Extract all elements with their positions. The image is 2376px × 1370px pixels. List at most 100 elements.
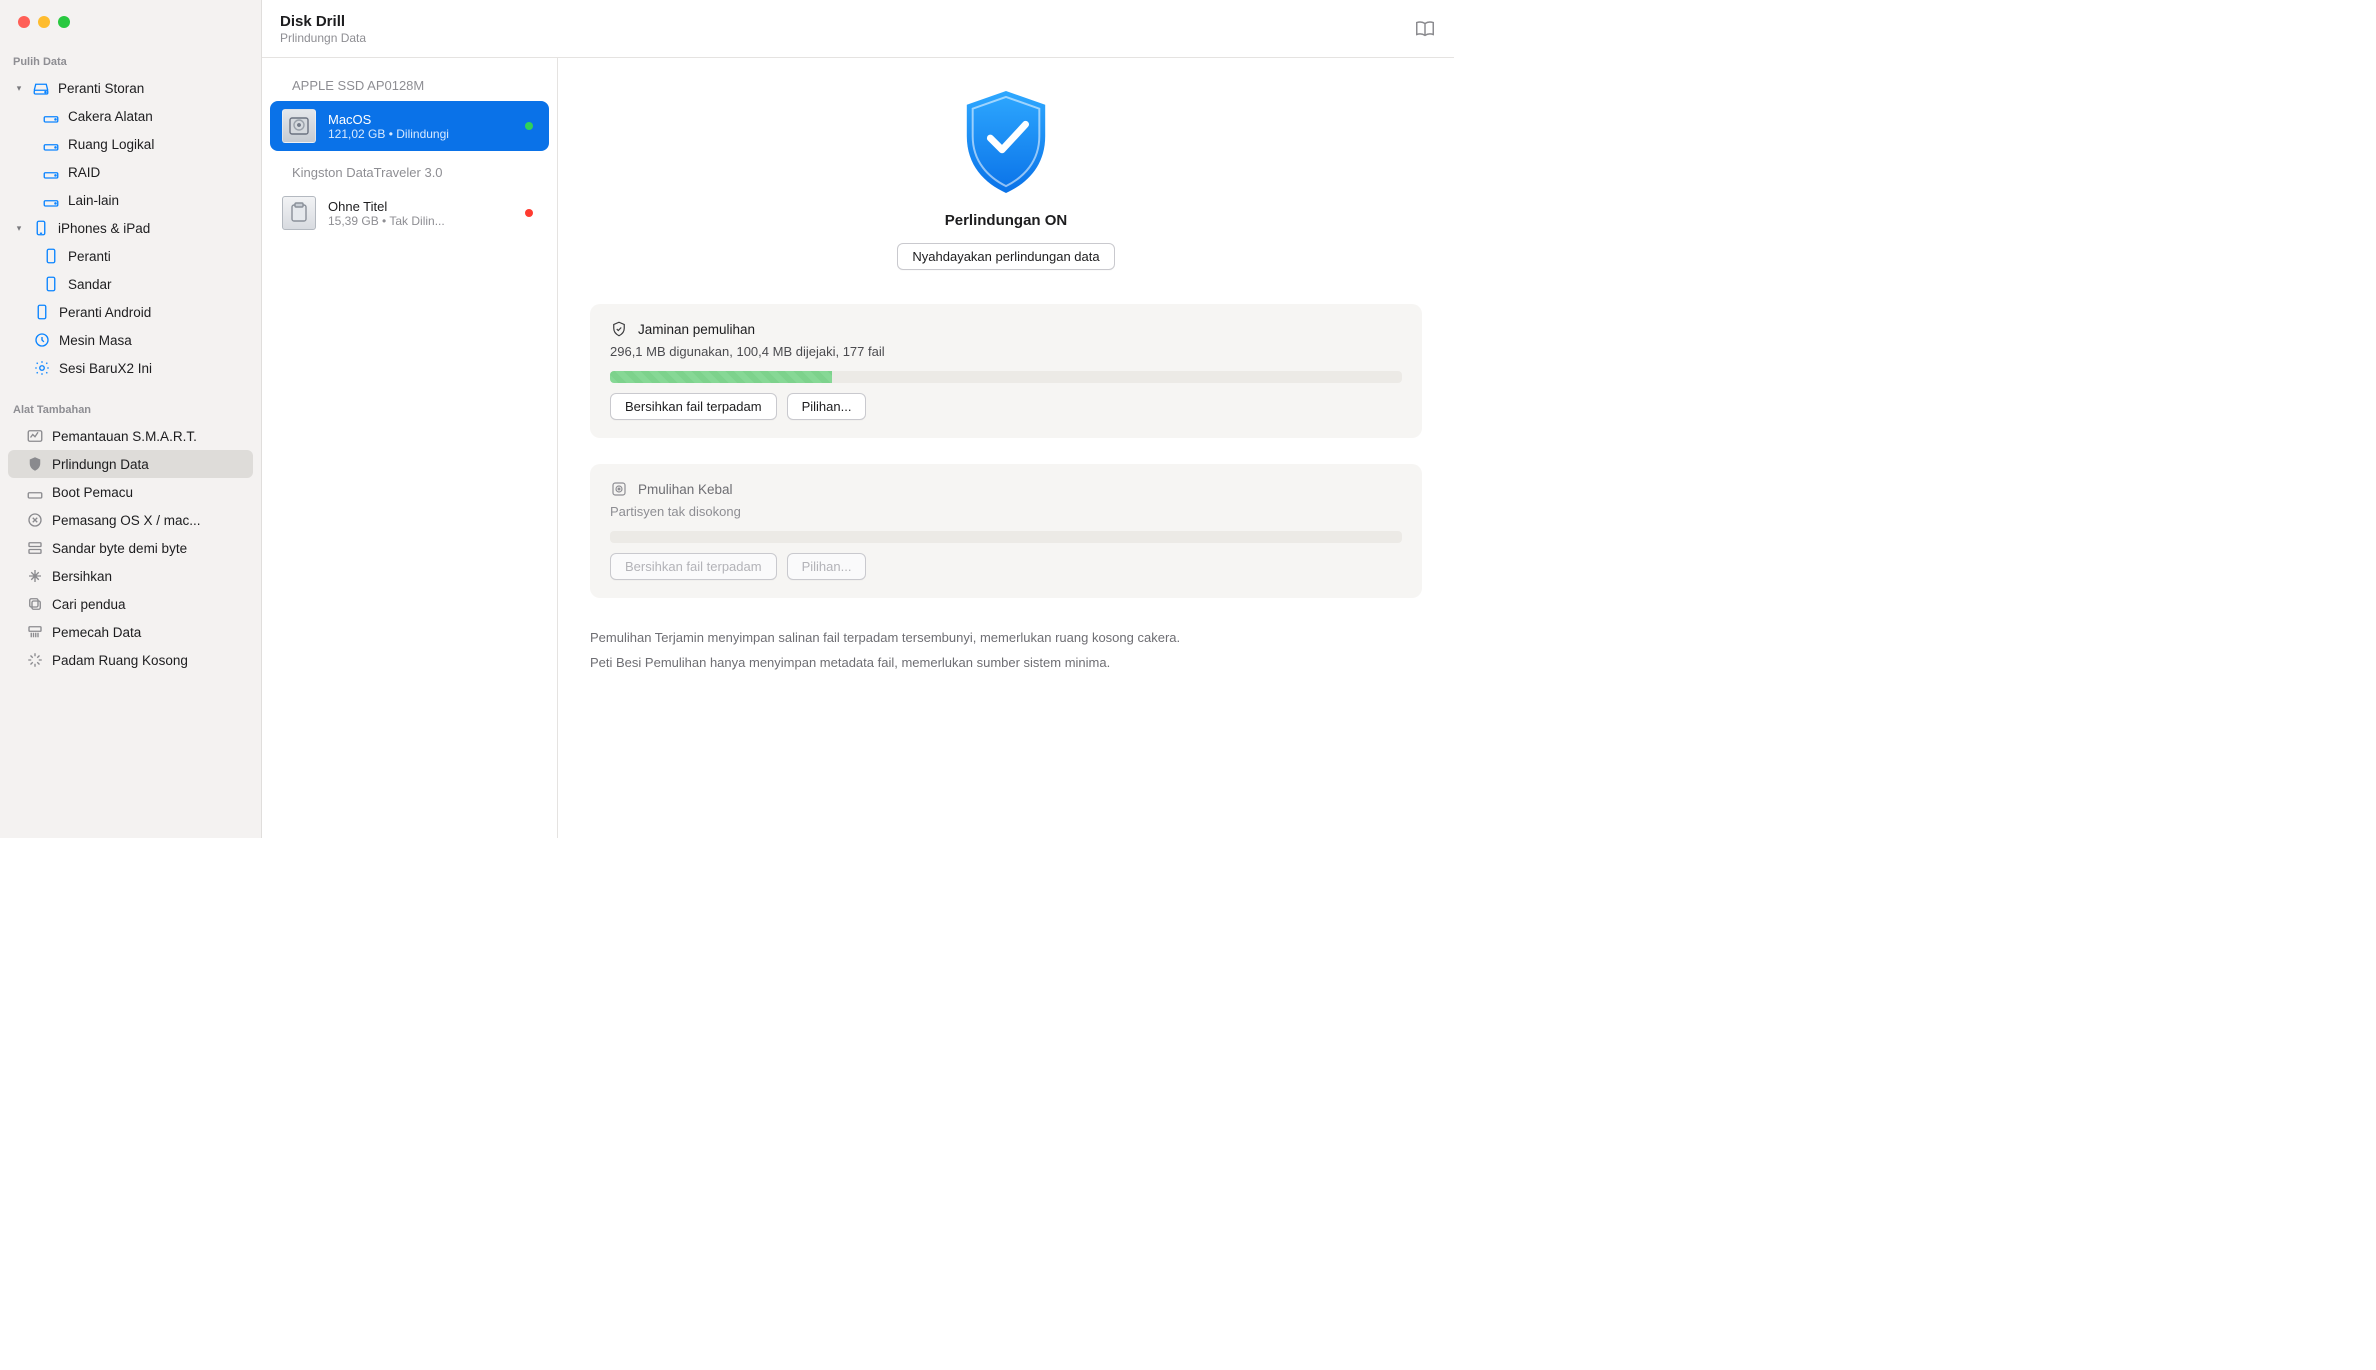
phone-icon bbox=[33, 303, 51, 321]
card-buttons: Bersihkan fail terpadam Pilihan... bbox=[610, 553, 1402, 580]
sidebar-item-label: Padam Ruang Kosong bbox=[52, 653, 243, 668]
volume-text: MacOS 121,02 GB • Dilindungi bbox=[328, 112, 539, 141]
sidebar-item-label: iPhones & iPad bbox=[58, 221, 243, 236]
clock-icon bbox=[33, 331, 51, 349]
sidebar-item-disk-tool[interactable]: Cakera Alatan bbox=[8, 102, 253, 130]
disk-list: APPLE SSD AP0128M MacOS 121,02 GB • Dili… bbox=[262, 58, 558, 838]
disk-icon bbox=[42, 135, 60, 153]
disk-group-title: APPLE SSD AP0128M bbox=[270, 72, 549, 99]
sidebar-item-label: Boot Pemacu bbox=[52, 485, 243, 500]
status-dot-protected bbox=[525, 122, 533, 130]
card-title: Pmulihan Kebal bbox=[638, 482, 733, 497]
footnote-line: Peti Besi Pemulihan hanya menyimpan meta… bbox=[590, 651, 1422, 676]
recovery-vault-card: Pmulihan Kebal Partisyen tak disokong Be… bbox=[590, 464, 1422, 598]
sidebar-item-iphones-ipad[interactable]: ▾ iPhones & iPad bbox=[8, 214, 253, 242]
protection-status: Perlindungan ON bbox=[945, 212, 1068, 229]
burst-icon bbox=[26, 651, 44, 669]
footnotes: Pemulihan Terjamin menyimpan salinan fai… bbox=[590, 626, 1422, 675]
volume-item-usb[interactable]: Ohne Titel 15,39 GB • Tak Dilin... bbox=[270, 188, 549, 238]
sidebar-item-shredder[interactable]: Pemecah Data bbox=[8, 618, 253, 646]
shredder-icon bbox=[26, 623, 44, 641]
volume-subtitle: 15,39 GB • Tak Dilin... bbox=[328, 214, 539, 228]
volume-subtitle: 121,02 GB • Dilindungi bbox=[328, 127, 539, 141]
sidebar-item-logical-space[interactable]: Ruang Logikal bbox=[8, 130, 253, 158]
detail-pane: Perlindungan ON Nyahdayakan perlindungan… bbox=[558, 58, 1454, 838]
sidebar-item-android[interactable]: Peranti Android bbox=[8, 298, 253, 326]
sidebar-item-erase-free[interactable]: Padam Ruang Kosong bbox=[8, 646, 253, 674]
sidebar-item-label: Pemasang OS X / mac... bbox=[52, 513, 243, 528]
shield-outline-icon bbox=[610, 320, 628, 338]
clear-deleted-button[interactable]: Bersihkan fail terpadam bbox=[610, 393, 777, 420]
card-buttons: Bersihkan fail terpadam Pilihan... bbox=[610, 393, 1402, 420]
protection-header: Perlindungan ON Nyahdayakan perlindungan… bbox=[590, 84, 1422, 270]
phone-icon bbox=[42, 275, 60, 293]
sparkle-icon bbox=[26, 567, 44, 585]
phone-icon bbox=[32, 219, 50, 237]
copy-icon bbox=[26, 595, 44, 613]
sidebar-item-label: Peranti Storan bbox=[58, 81, 243, 96]
volume-title: Ohne Titel bbox=[328, 199, 539, 214]
close-icon[interactable] bbox=[18, 16, 30, 28]
window-controls bbox=[0, 0, 261, 48]
sidebar-item-duplicates[interactable]: Cari pendua bbox=[8, 590, 253, 618]
sidebar-item-label: Sandar bbox=[68, 277, 243, 292]
card-header: Jaminan pemulihan bbox=[610, 320, 1402, 338]
options-button[interactable]: Pilihan... bbox=[787, 393, 867, 420]
sidebar-item-cleanup[interactable]: Bersihkan bbox=[8, 562, 253, 590]
sidebar-item-time-machine[interactable]: Mesin Masa bbox=[8, 326, 253, 354]
app-window: Pulih Data ▾ Peranti Storan Cakera Alata… bbox=[0, 0, 1454, 838]
sidebar-item-session[interactable]: Sesi BaruX2 Ini bbox=[8, 354, 253, 382]
title-stack: Disk Drill Prlindungn Data bbox=[280, 13, 366, 45]
app-subtitle: Prlindungn Data bbox=[280, 31, 366, 45]
disable-protection-button[interactable]: Nyahdayakan perlindungan data bbox=[897, 243, 1114, 270]
disk-icon bbox=[42, 107, 60, 125]
app-title: Disk Drill bbox=[280, 13, 366, 30]
volume-title: MacOS bbox=[328, 112, 539, 127]
phone-icon bbox=[42, 247, 60, 265]
sidebar-item-label: Pemantauan S.M.A.R.T. bbox=[52, 429, 243, 444]
sidebar-item-label: Peranti bbox=[68, 249, 243, 264]
sidebar-item-data-protection[interactable]: Prlindungn Data bbox=[8, 450, 253, 478]
stack-icon bbox=[26, 539, 44, 557]
sidebar-item-osx-installer[interactable]: Pemasang OS X / mac... bbox=[8, 506, 253, 534]
sidebar-item-label: Mesin Masa bbox=[59, 333, 243, 348]
card-subtitle: 296,1 MB digunakan, 100,4 MB dijejaki, 1… bbox=[610, 344, 1402, 359]
sidebar-item-raid[interactable]: RAID bbox=[8, 158, 253, 186]
sidebar-item-boot-drive[interactable]: Boot Pemacu bbox=[8, 478, 253, 506]
recovery-guarantee-card: Jaminan pemulihan 296,1 MB digunakan, 10… bbox=[590, 304, 1422, 438]
card-header: Pmulihan Kebal bbox=[610, 480, 1402, 498]
minimize-icon[interactable] bbox=[38, 16, 50, 28]
chart-icon bbox=[26, 427, 44, 445]
chevron-down-icon: ▾ bbox=[14, 223, 24, 234]
sidebar-item-label: Cakera Alatan bbox=[68, 109, 243, 124]
sidebar-item-byte-backup[interactable]: Sandar byte demi byte bbox=[8, 534, 253, 562]
sidebar-item-other[interactable]: Lain-lain bbox=[8, 186, 253, 214]
content: Disk Drill Prlindungn Data APPLE SSD AP0… bbox=[262, 0, 1454, 838]
sidebar-item-device[interactable]: Peranti bbox=[8, 242, 253, 270]
footnote-line: Pemulihan Terjamin menyimpan salinan fai… bbox=[590, 626, 1422, 651]
book-icon[interactable] bbox=[1414, 18, 1436, 40]
titlebar-actions bbox=[1414, 18, 1436, 40]
sidebar-item-label: Prlindungn Data bbox=[52, 457, 243, 472]
hdd-icon bbox=[282, 109, 316, 143]
close-circle-icon bbox=[26, 511, 44, 529]
sidebar-section-recover: Pulih Data bbox=[0, 48, 261, 74]
sidebar-item-label: Cari pendua bbox=[52, 597, 243, 612]
target-icon bbox=[610, 480, 628, 498]
fullscreen-icon[interactable] bbox=[58, 16, 70, 28]
sidebar-item-dock[interactable]: Sandar bbox=[8, 270, 253, 298]
sidebar-item-storage-devices[interactable]: ▾ Peranti Storan bbox=[8, 74, 253, 102]
card-subtitle: Partisyen tak disokong bbox=[610, 504, 1402, 519]
status-dot-unprotected bbox=[525, 209, 533, 217]
chevron-down-icon: ▾ bbox=[14, 83, 24, 94]
volume-item-macos[interactable]: MacOS 121,02 GB • Dilindungi bbox=[270, 101, 549, 151]
sidebar-section-tools: Alat Tambahan bbox=[0, 396, 261, 422]
sidebar-item-label: Peranti Android bbox=[59, 305, 243, 320]
sidebar-item-label: RAID bbox=[68, 165, 243, 180]
disk-icon bbox=[42, 163, 60, 181]
disk-group-title: Kingston DataTraveler 3.0 bbox=[270, 159, 549, 186]
disk-icon bbox=[26, 483, 44, 501]
sidebar-item-smart[interactable]: Pemantauan S.M.A.R.T. bbox=[8, 422, 253, 450]
gear-icon bbox=[33, 359, 51, 377]
sidebar-scroll: Pulih Data ▾ Peranti Storan Cakera Alata… bbox=[0, 48, 261, 684]
